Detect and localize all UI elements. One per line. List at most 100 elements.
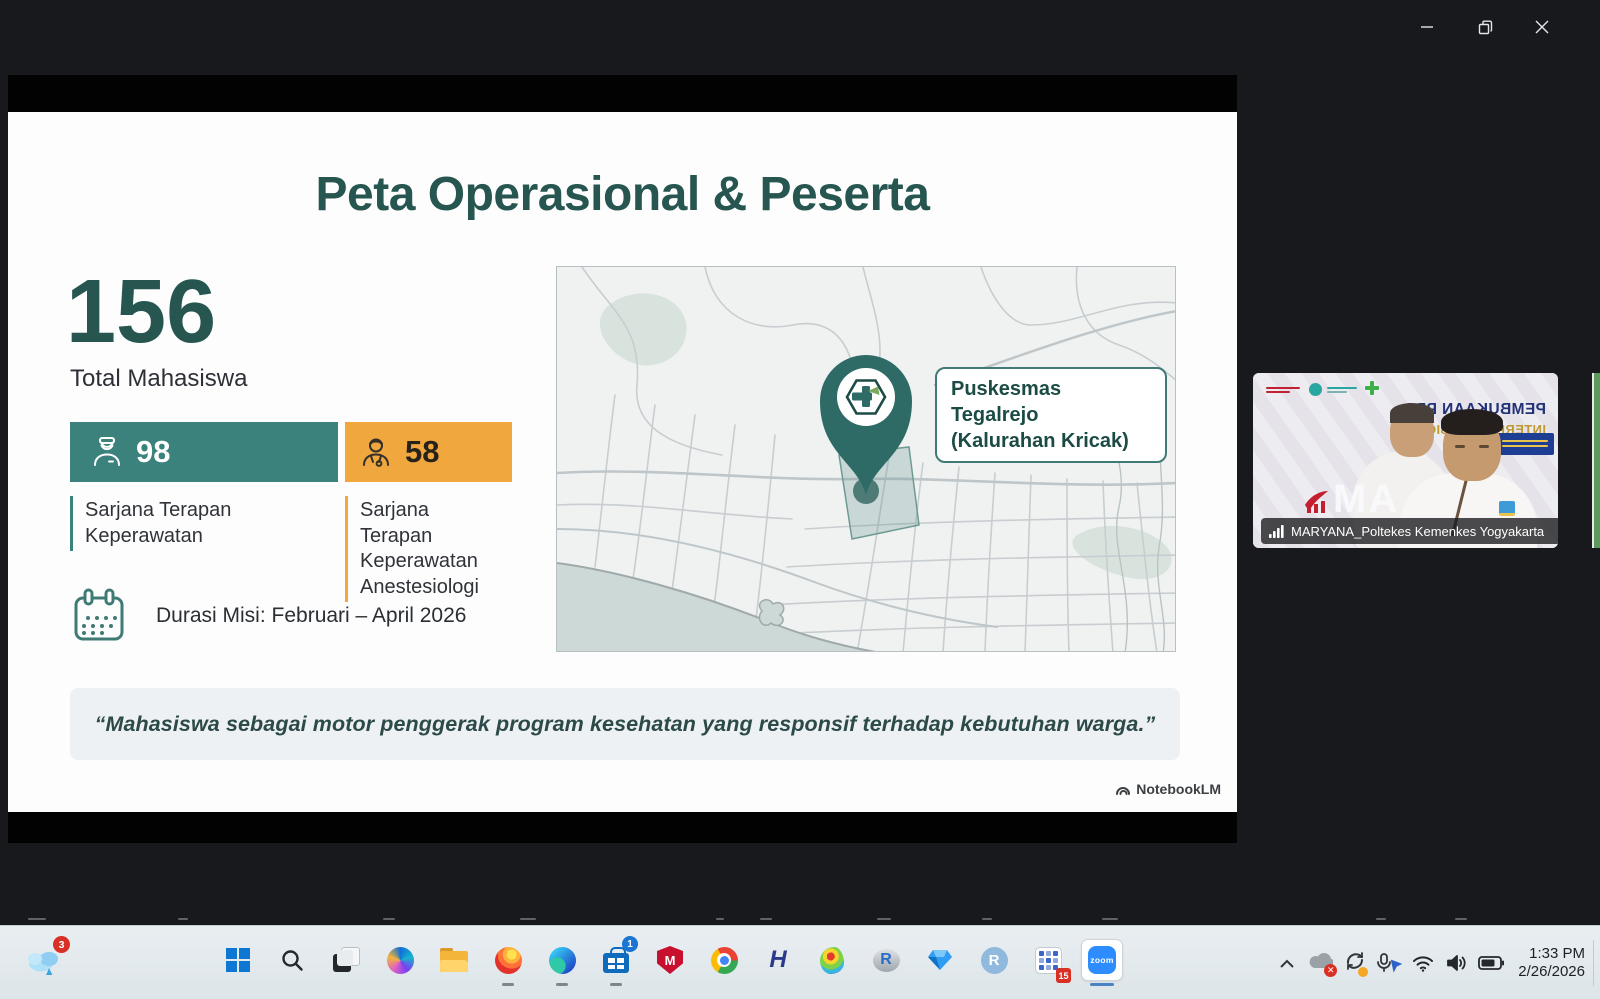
weather-badge: 3: [53, 936, 70, 953]
r-letter: R: [880, 951, 892, 969]
taskbar: 3: [0, 925, 1600, 999]
person-front-eye-left: [1455, 445, 1465, 448]
windows-logo-icon: [226, 948, 250, 972]
banner-logo-circle: [1309, 383, 1322, 396]
h-app-button[interactable]: H: [758, 940, 798, 980]
person-front-shirt-logo: [1499, 501, 1515, 516]
rstudio-letter: R: [989, 952, 1000, 969]
close-button[interactable]: [1519, 6, 1565, 48]
total-students-value: 156: [66, 267, 216, 357]
taskbar-clock[interactable]: 1:33 PM 2/26/2026: [1518, 945, 1585, 981]
firefox-icon: [495, 947, 522, 974]
copilot-button[interactable]: [380, 940, 420, 980]
onedrive-error-icon: ✕: [1309, 952, 1333, 974]
r-language-button[interactable]: R: [866, 940, 906, 980]
volume-tray-button[interactable]: [1440, 943, 1474, 983]
mcafee-button[interactable]: M: [650, 940, 690, 980]
firefox-button[interactable]: [488, 940, 528, 980]
diamond-app-button[interactable]: [920, 940, 960, 980]
calendar-icon: [70, 587, 128, 645]
zoom-app-button[interactable]: zoom: [1082, 940, 1122, 980]
system-tray: ✕: [1270, 940, 1600, 986]
clock-time: 1:33 PM: [1518, 945, 1585, 963]
notebooklm-text: NotebookLM: [1136, 781, 1221, 797]
slide-letterbox-top: [8, 75, 1237, 112]
diamond-icon: [927, 949, 953, 971]
video-watermark-logo: [1303, 489, 1329, 515]
file-explorer-icon: [440, 948, 468, 972]
mission-duration-text: Durasi Misi: Februari – April 2026: [156, 604, 466, 628]
edge-open-indicator: [556, 983, 568, 986]
quote-box: “Mahasiswa sebagai motor penggerak progr…: [70, 688, 1180, 760]
slide-title: Peta Operasional & Peserta: [8, 167, 1237, 222]
store-button[interactable]: 1: [596, 940, 636, 980]
file-explorer-button[interactable]: [434, 940, 474, 980]
stat-card-keperawatan: 98 Sarjana Terapan Keperawatan: [70, 422, 338, 551]
microphone-tray-button[interactable]: [1372, 943, 1406, 983]
banner-logo-green-cross: [1365, 381, 1379, 395]
notebooklm-icon: [1115, 782, 1131, 796]
wifi-tray-button[interactable]: [1406, 943, 1440, 983]
store-badge: 1: [622, 936, 638, 952]
start-button[interactable]: [218, 940, 258, 980]
chrome-button[interactable]: [704, 940, 744, 980]
tray-chevron-button[interactable]: [1270, 943, 1304, 983]
search-icon: [280, 948, 304, 972]
stat-card-anestesiologi: 58 Sarjana Terapan Keperawatan Anestesio…: [345, 422, 512, 602]
nurse-icon: [90, 435, 124, 469]
sync-tray-button[interactable]: [1338, 943, 1372, 983]
h-app-icon: H: [769, 946, 786, 974]
task-view-button[interactable]: [326, 940, 366, 980]
speaker-icon: [1446, 954, 1468, 972]
zoom-app-icon: zoom: [1088, 946, 1116, 974]
stat-label-keperawatan: Sarjana Terapan Keperawatan: [70, 496, 275, 551]
banner-info-box: [1496, 433, 1554, 455]
search-button[interactable]: [272, 940, 312, 980]
chevron-up-icon: [1280, 959, 1294, 968]
quote-text: “Mahasiswa sebagai motor penggerak progr…: [95, 712, 1156, 737]
widgets-weather-button[interactable]: 3: [16, 940, 72, 980]
zoom-active-indicator: [1090, 983, 1114, 986]
sync-icon: [1344, 951, 1366, 976]
participant-video-tile[interactable]: PEMBUKAAN PRA INTERPROFESSION MA MARYAN: [1253, 373, 1558, 548]
grid-app-button[interactable]: 15: [1028, 940, 1068, 980]
map-app-button[interactable]: [812, 940, 852, 980]
participant-name: MARYANA_Poltekes Kemenkes Yogyakarta: [1291, 524, 1544, 539]
person-front-hair: [1441, 409, 1503, 435]
edge-icon: [549, 947, 576, 974]
stat-card-keperawatan-header: 98: [70, 422, 338, 482]
show-desktop-button[interactable]: [1593, 940, 1600, 986]
total-students-label: Total Mahasiswa: [70, 365, 247, 393]
r-language-icon: R: [873, 949, 900, 972]
store-open-indicator: [610, 983, 622, 986]
minimize-button[interactable]: [1404, 6, 1450, 48]
person-back-hair: [1390, 403, 1434, 423]
mcafee-shield-icon: M: [657, 946, 683, 974]
edge-button[interactable]: [542, 940, 582, 980]
map-app-icon: [820, 947, 844, 974]
banner-logo-wordmark: [1327, 385, 1357, 395]
rstudio-icon: R: [981, 947, 1008, 974]
participant-name-bar: MARYANA_Poltekes Kemenkes Yogyakarta: [1261, 518, 1558, 544]
onedrive-tray-button[interactable]: ✕: [1304, 943, 1338, 983]
restore-button[interactable]: [1462, 6, 1508, 48]
microphone-location-icon: [1376, 953, 1402, 973]
zoom-wordmark: zoom: [1090, 955, 1113, 965]
taskbar-app-icons: 1 M H R: [218, 940, 1122, 980]
rstudio-button[interactable]: R: [974, 940, 1014, 980]
map-location-area: (Kalurahan Kricak): [951, 428, 1151, 454]
slide-letterbox-bottom: [8, 812, 1237, 843]
operational-map: Puskesmas Tegalrejo (Kalurahan Kricak): [556, 266, 1176, 652]
banner-logo-red: [1266, 385, 1300, 395]
firefox-open-indicator: [502, 983, 514, 986]
shared-slide: Peta Operasional & Peserta 156 Total Mah…: [8, 75, 1237, 843]
video-watermark-letters: MA: [1333, 477, 1399, 522]
close-icon: [1535, 20, 1549, 34]
stat-card-anestesiologi-header: 58: [345, 422, 512, 482]
map-location-label: Puskesmas Tegalrejo (Kalurahan Kricak): [935, 367, 1167, 463]
battery-tray-button[interactable]: [1474, 943, 1508, 983]
stat-value-keperawatan: 98: [136, 434, 170, 470]
battery-icon: [1478, 956, 1504, 970]
clock-date: 2/26/2026: [1518, 963, 1585, 981]
minimize-icon: [1420, 20, 1434, 34]
